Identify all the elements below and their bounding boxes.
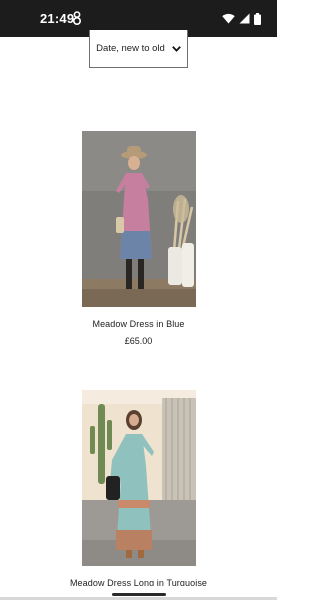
product-name[interactable]: Meadow Dress in Blue	[0, 319, 277, 329]
status-time: 21:49	[40, 11, 75, 26]
product-image[interactable]	[82, 390, 196, 566]
chevron-down-icon	[171, 45, 181, 52]
wifi-icon	[222, 13, 235, 24]
product-image[interactable]	[82, 131, 196, 307]
cellular-signal-icon	[239, 13, 250, 24]
product-price: £65.00	[124, 336, 153, 346]
battery-icon	[254, 12, 261, 25]
sort-selected-label: Date, new to old	[96, 43, 165, 54]
status-icons	[222, 12, 261, 25]
app-notification-icon	[73, 11, 81, 25]
sort-dropdown[interactable]: Date, new to old	[89, 30, 188, 68]
home-gesture-handle[interactable]	[112, 593, 166, 596]
